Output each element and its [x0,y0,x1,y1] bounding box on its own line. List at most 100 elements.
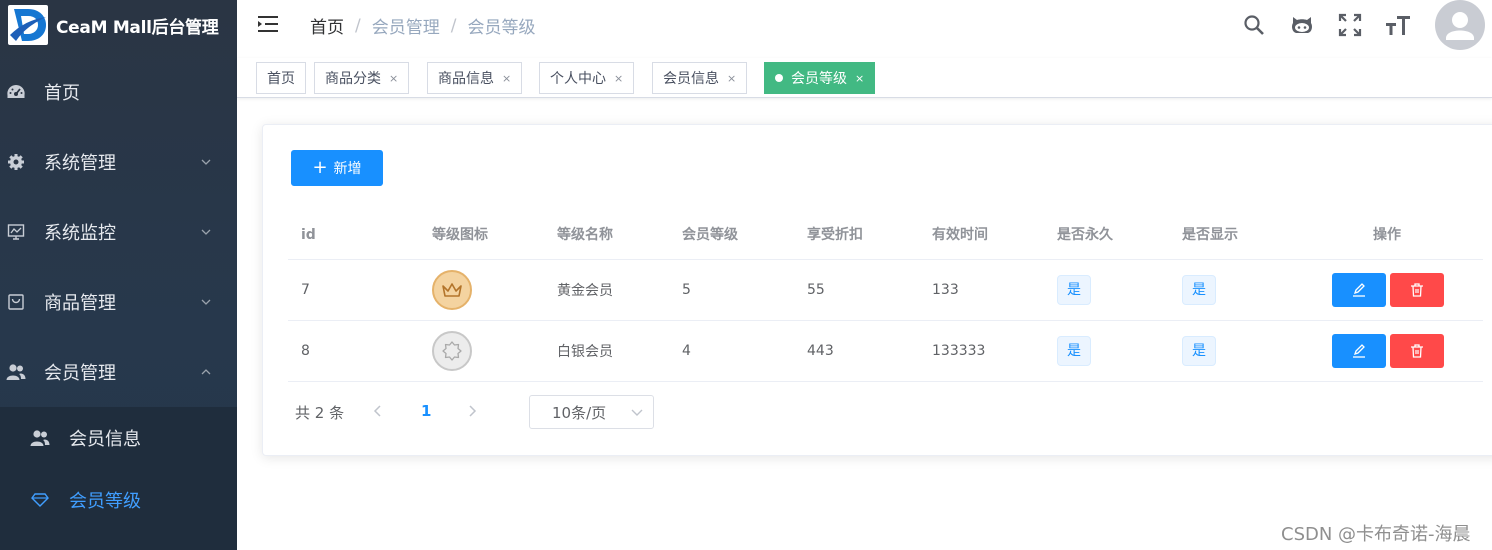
hamburger-icon[interactable] [257,14,279,34]
sidebar-item-members[interactable]: 会员管理 [0,344,237,400]
add-button[interactable]: + 新增 [291,150,383,186]
users-icon [6,362,26,382]
tag-member-info[interactable]: 会员信息 × [652,62,748,94]
plus-icon: + [312,157,328,178]
app-root: CeaM Mall后台管理 首页 系统管理 系统监控 商品管理 会员管理 会员信… [0,0,1492,550]
cell-name: 白银会员 [557,344,613,360]
trash-icon [1411,283,1423,297]
cell-discount: 55 [807,282,825,298]
cell-actions [1332,321,1444,381]
cell-discount: 443 [807,343,834,359]
cell-level: 5 [682,282,691,298]
tag-label: 商品分类 [325,71,381,87]
logo[interactable]: CeaM Mall后台管理 [0,0,237,50]
tag-personal-center[interactable]: 个人中心 × [539,62,635,94]
breadcrumb-separator: / [355,15,361,36]
chevron-left-icon[interactable] [373,404,383,418]
breadcrumb-separator: / [450,15,457,36]
column-header[interactable]: 等级名称 [557,214,613,260]
edit-icon [1353,283,1365,297]
sidebar: CeaM Mall后台管理 首页 系统管理 系统监控 商品管理 会员管理 会员信… [0,0,237,550]
column-header[interactable]: 有效时间 [932,214,988,260]
sidebar-item-goods[interactable]: 商品管理 [0,274,237,330]
page-number[interactable]: 1 [421,402,431,420]
tag-label: 个人中心 [550,71,606,87]
cell-icon [432,321,472,381]
chevron-up-icon [201,369,211,375]
app-title: CeaM Mall后台管理 [56,17,219,38]
close-icon[interactable]: × [727,72,736,85]
goods-icon [6,292,26,312]
edit-button[interactable] [1332,273,1386,307]
active-dot-icon [775,74,783,82]
tags-view: 首页 商品分类 × 商品信息 × 个人中心 × 会员信息 × 会员等级 × [237,58,1492,98]
font-size-icon[interactable] [1385,12,1411,38]
cell-visible: 是 [1182,260,1216,320]
close-icon[interactable]: × [614,72,623,85]
column-header[interactable]: 会员等级 [682,214,738,260]
tag-home[interactable]: 首页 [256,62,306,94]
member-level-table: id 等级图标 等级名称 会员等级 享受折扣 有效时间 是否永久 是否显示 操作… [288,214,1483,382]
cell-permanent: 是 [1057,260,1091,320]
sidebar-item-system[interactable]: 系统管理 [0,134,237,190]
breadcrumb: 首页 / 会员管理 / 会员等级 [310,13,535,39]
cell-actions [1332,260,1444,320]
sidebar-item-label: 会员等级 [69,491,141,512]
column-header[interactable]: 享受折扣 [807,214,863,260]
tag-member-level[interactable]: 会员等级 × [764,62,876,94]
sidebar-item-home[interactable]: 首页 [0,64,237,120]
tag-goods-category[interactable]: 商品分类 × [314,62,410,94]
sidebar-subitem-member-info[interactable]: 会员信息 [0,408,237,468]
table-header: id 等级图标 等级名称 会员等级 享受折扣 有效时间 是否永久 是否显示 操作 [288,214,1483,260]
column-header[interactable]: 是否永久 [1057,214,1113,260]
close-icon[interactable]: × [502,72,511,85]
trash-icon [1411,344,1423,358]
silver-badge-icon [432,331,472,371]
delete-button[interactable] [1390,334,1444,368]
close-icon[interactable]: × [389,72,398,85]
column-header[interactable]: 操作 [1373,214,1401,260]
status-badge: 是 [1057,275,1091,305]
pagination: 共 2 条 1 10条/页 [295,395,654,429]
search-icon[interactable] [1241,12,1267,38]
tag-goods-info[interactable]: 商品信息 × [427,62,523,94]
navbar: 首页 / 会员管理 / 会员等级 [237,0,1492,50]
close-icon[interactable]: × [855,72,864,85]
tag-label: 会员等级 [791,71,847,87]
gold-crown-icon [432,270,472,310]
breadcrumb-parent[interactable]: 会员管理 [372,13,440,38]
sidebar-item-label: 会员管理 [44,363,116,384]
edit-icon [1353,344,1365,358]
github-icon[interactable] [1289,12,1315,38]
avatar[interactable] [1435,0,1485,50]
sidebar-item-monitor[interactable]: 系统监控 [0,204,237,260]
watermark: CSDN @卡布奇诺-海晨 [1281,524,1471,545]
cell-id: 8 [301,343,310,359]
sidebar-subitem-member-level[interactable]: 会员等级 [0,470,237,530]
cell-visible: 是 [1182,321,1216,381]
tag-label: 商品信息 [438,71,494,87]
cell-valid-time: 133333 [932,343,986,359]
logo-icon [8,5,48,45]
status-badge: 是 [1182,336,1216,366]
fullscreen-icon[interactable] [1337,12,1363,38]
tag-label: 会员信息 [663,71,719,87]
table-row: 7 黄金会员 5 55 133 是 是 [288,260,1483,321]
chevron-right-icon[interactable] [467,404,477,418]
edit-button[interactable] [1332,334,1386,368]
delete-button[interactable] [1390,273,1444,307]
cell-valid-time: 133 [932,282,959,298]
column-header[interactable]: 是否显示 [1182,214,1238,260]
breadcrumb-home[interactable]: 首页 [310,13,344,38]
column-header[interactable]: id [301,214,316,260]
cell-level: 4 [682,343,691,359]
column-header[interactable]: 等级图标 [432,214,488,260]
page-size-value: 10条/页 [552,403,607,422]
diamond-icon [30,490,50,510]
tag-label: 首页 [267,71,295,87]
status-badge: 是 [1182,275,1216,305]
sidebar-item-label: 会员信息 [69,429,141,450]
page-size-select[interactable]: 10条/页 [529,395,654,429]
cell-name: 黄金会员 [557,283,613,299]
sidebar-item-label: 系统监控 [44,223,116,244]
